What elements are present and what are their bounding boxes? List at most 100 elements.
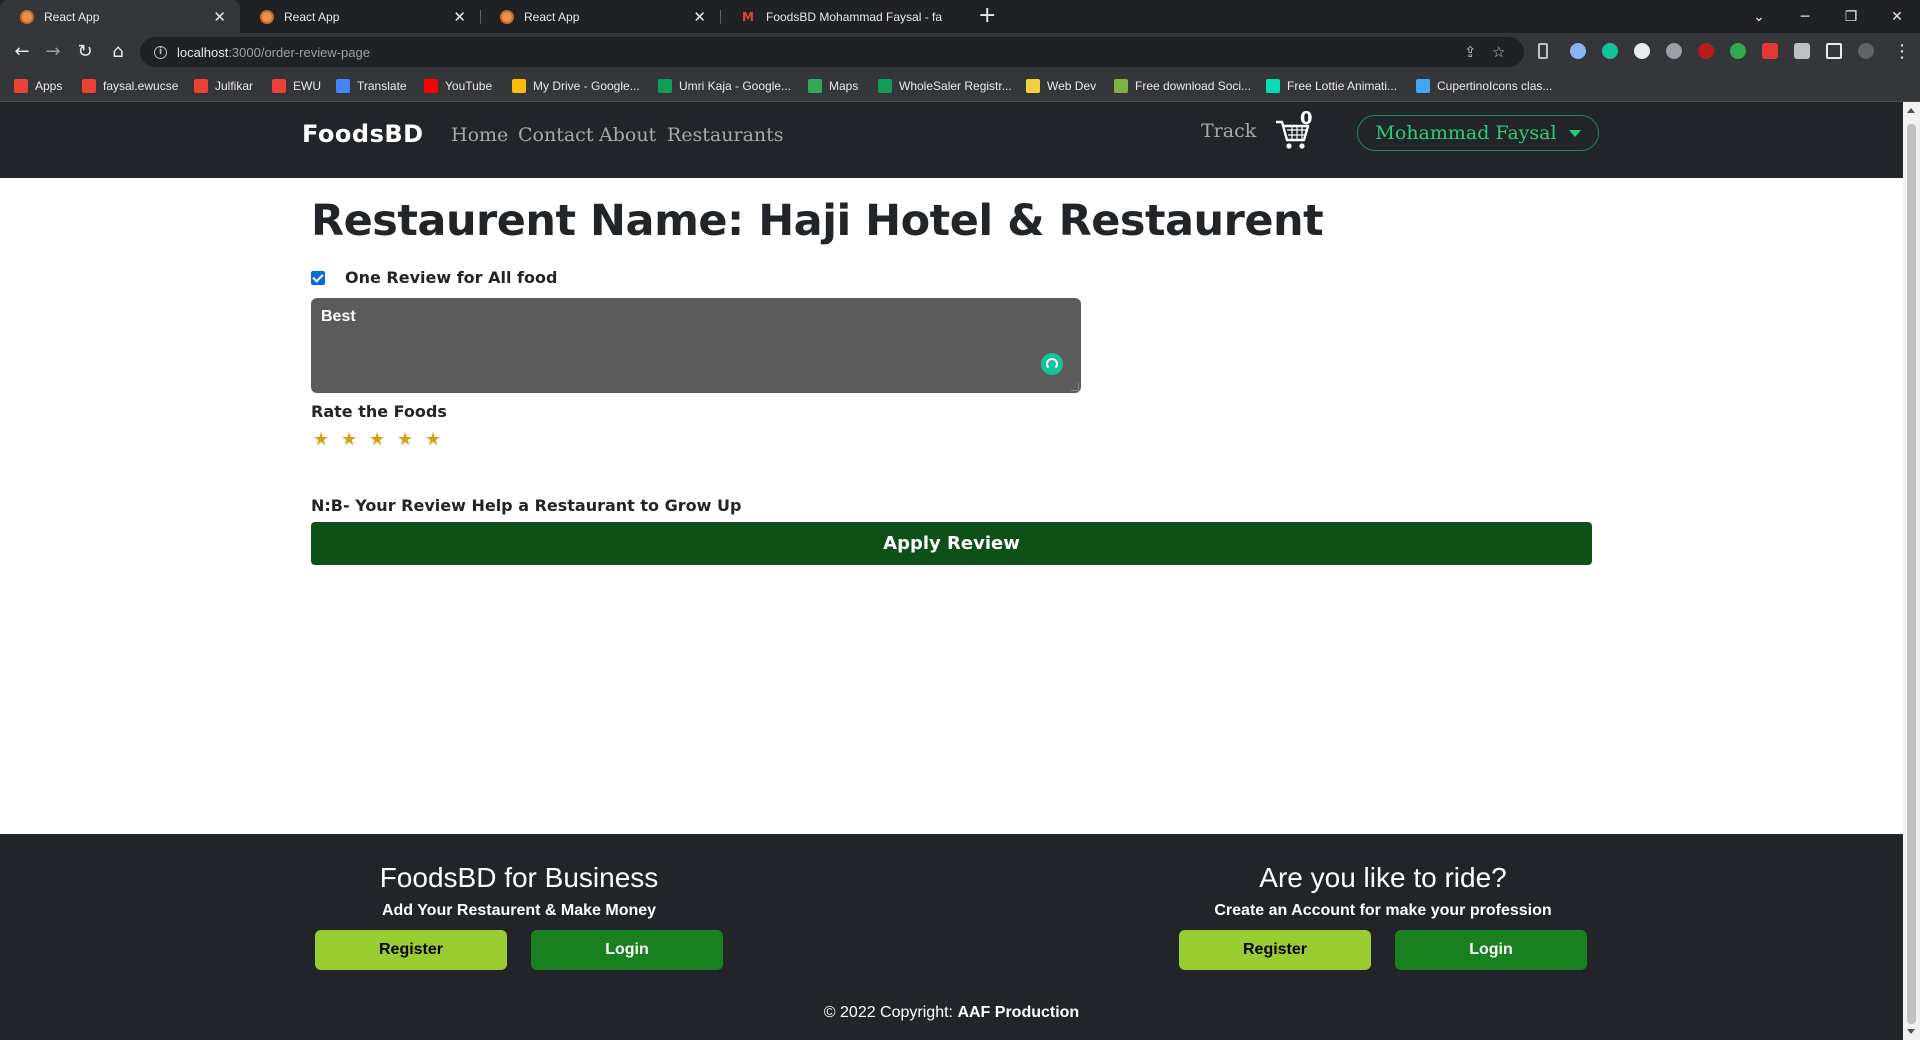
forward-icon[interactable]: → <box>41 40 65 64</box>
brand-logo[interactable]: FoodsBD <box>302 120 424 148</box>
star-icon[interactable]: ★ <box>369 429 397 450</box>
rider-subtitle: Create an Account for make your professi… <box>1214 902 1552 919</box>
review-textarea[interactable]: Best <box>311 298 1081 393</box>
bookmark-item[interactable]: YouTube <box>424 77 492 95</box>
one-review-checkbox[interactable] <box>311 270 325 285</box>
page-scrollbar[interactable] <box>1903 102 1920 1040</box>
extension-icon[interactable] <box>1570 43 1586 59</box>
scroll-up-icon[interactable] <box>1907 108 1915 113</box>
copyright-prefix: © 2022 Copyright: <box>823 1004 953 1021</box>
scrollbar-thumb[interactable] <box>1907 124 1916 1024</box>
browser-tab-strip: React App ✕ React App ✕ React App ✕ M Fo… <box>0 0 1920 33</box>
rate-label: Rate the Foods <box>311 402 447 421</box>
bookmark-star-icon[interactable]: ☆ <box>1492 43 1505 61</box>
close-icon[interactable]: ✕ <box>213 8 226 26</box>
bookmark-item[interactable]: Apps <box>14 77 62 95</box>
puzzle-icon[interactable] <box>1794 43 1810 59</box>
star-rating: ★ ★ ★ ★ ★ <box>313 429 453 450</box>
bookmark-label: My Drive - Google... <box>533 79 640 93</box>
react-app-favicon <box>20 9 34 24</box>
tab-title: React App <box>44 9 100 24</box>
bookmark-item[interactable]: Julfikar <box>194 77 253 95</box>
business-register-button[interactable]: Register <box>315 930 507 970</box>
user-menu-button[interactable]: Mohammad Faysal <box>1357 115 1599 151</box>
apply-review-button[interactable]: Apply Review <box>311 522 1592 565</box>
minimize-icon[interactable]: ─ <box>1782 0 1828 33</box>
restore-icon[interactable]: ❐ <box>1828 0 1874 33</box>
browser-tab[interactable]: React App ✕ <box>240 0 480 33</box>
copyright-owner: AAF Production <box>957 1004 1080 1021</box>
bookmark-item[interactable]: WholeSaler Registr... <box>878 77 1012 95</box>
bookmark-item[interactable]: Translate <box>336 77 407 95</box>
bookmark-item[interactable]: Maps <box>808 77 858 95</box>
business-section: FoodsBD for Business Add Your Restaurent… <box>309 862 729 970</box>
extension-icon[interactable] <box>1762 43 1778 59</box>
address-bar[interactable]: i localhost:3000/order-review-page ⇪ ☆ <box>140 37 1524 67</box>
scroll-down-icon[interactable] <box>1907 1029 1915 1034</box>
rider-title: Are you like to ride? <box>1259 862 1507 893</box>
share-icon[interactable]: ⇪ <box>1464 43 1477 61</box>
gmail-icon <box>82 79 96 93</box>
close-icon[interactable]: ✕ <box>693 8 706 26</box>
menu-icon[interactable]: ⋮ <box>1890 40 1914 64</box>
resize-handle[interactable] <box>1071 383 1079 391</box>
shield-icon[interactable] <box>1730 43 1746 59</box>
back-icon[interactable]: ← <box>10 40 34 64</box>
bookmark-item[interactable]: My Drive - Google... <box>512 77 640 95</box>
nav-restaurants[interactable]: Restaurants <box>667 124 784 146</box>
one-review-option: One Review for All food <box>311 268 557 287</box>
reload-icon[interactable]: ↻ <box>73 40 97 64</box>
gmail-icon <box>272 79 286 93</box>
business-subtitle: Add Your Restaurent & Make Money <box>381 902 657 919</box>
bookmark-item[interactable]: CupertinoIcons clas... <box>1416 77 1552 95</box>
page-viewport: FoodsBD Home Contact About Restaurants T… <box>0 102 1903 1040</box>
browser-tab[interactable]: M FoodsBD Mohammad Faysal - fa <box>720 0 960 33</box>
cloud-icon[interactable] <box>1666 43 1682 59</box>
clock-icon[interactable] <box>1634 43 1650 59</box>
home-icon[interactable]: ⌂ <box>106 40 130 64</box>
bookmark-label: Free Lottie Animati... <box>1287 79 1398 93</box>
bookmark-label: Julfikar <box>215 79 254 93</box>
business-title: FoodsBD for Business <box>379 862 659 893</box>
react-app-favicon <box>500 9 514 24</box>
nav-track[interactable]: Track <box>1201 120 1256 142</box>
bookmark-item[interactable]: faysal.ewucse <box>82 77 178 95</box>
device-icon[interactable] <box>1538 43 1548 59</box>
ublock-icon[interactable] <box>1698 43 1714 59</box>
grammarly-icon[interactable] <box>1602 43 1618 59</box>
one-review-label: One Review for All food <box>345 268 558 287</box>
bookmark-item[interactable]: Web Dev <box>1026 77 1096 95</box>
rider-login-button[interactable]: Login <box>1395 930 1587 970</box>
business-buttons: Register Login <box>309 930 729 970</box>
maps-icon <box>808 79 822 93</box>
avatar[interactable] <box>1858 43 1874 59</box>
business-login-button[interactable]: Login <box>531 930 723 970</box>
nav-about[interactable]: About <box>599 124 656 146</box>
site-info-icon[interactable]: i <box>154 45 167 59</box>
bookmark-item[interactable]: Free download Soci... <box>1114 77 1251 95</box>
close-icon[interactable]: ✕ <box>453 8 466 26</box>
nav-contact[interactable]: Contact <box>518 124 593 146</box>
star-icon[interactable]: ★ <box>397 429 425 450</box>
nav-home[interactable]: Home <box>451 124 508 146</box>
browser-toolbar: ← → ↻ ⌂ i localhost:3000/order-review-pa… <box>0 33 1920 71</box>
review-text: Best <box>321 308 356 325</box>
star-icon[interactable]: ★ <box>313 429 341 450</box>
apps-grid-icon <box>14 79 28 93</box>
new-tab-button[interactable]: + <box>978 4 996 28</box>
star-icon[interactable]: ★ <box>425 429 453 450</box>
gmail-icon <box>194 79 208 93</box>
grammarly-icon[interactable] <box>1041 353 1063 375</box>
site-footer: FoodsBD for Business Add Your Restaurent… <box>0 834 1903 1040</box>
bookmark-item[interactable]: Free Lottie Animati... <box>1266 77 1397 95</box>
sidebar-icon[interactable] <box>1826 43 1842 59</box>
bookmark-item[interactable]: Umri Kaja - Google... <box>658 77 791 95</box>
bookmark-item[interactable]: EWU <box>272 77 321 95</box>
bookmark-label: Maps <box>829 79 859 93</box>
tab-search-icon[interactable]: ⌄ <box>1736 0 1782 33</box>
browser-tab[interactable]: React App ✕ <box>0 0 240 33</box>
rider-register-button[interactable]: Register <box>1179 930 1371 970</box>
browser-tab[interactable]: React App ✕ <box>480 0 720 33</box>
close-window-icon[interactable]: ✕ <box>1874 0 1920 33</box>
star-icon[interactable]: ★ <box>341 429 369 450</box>
